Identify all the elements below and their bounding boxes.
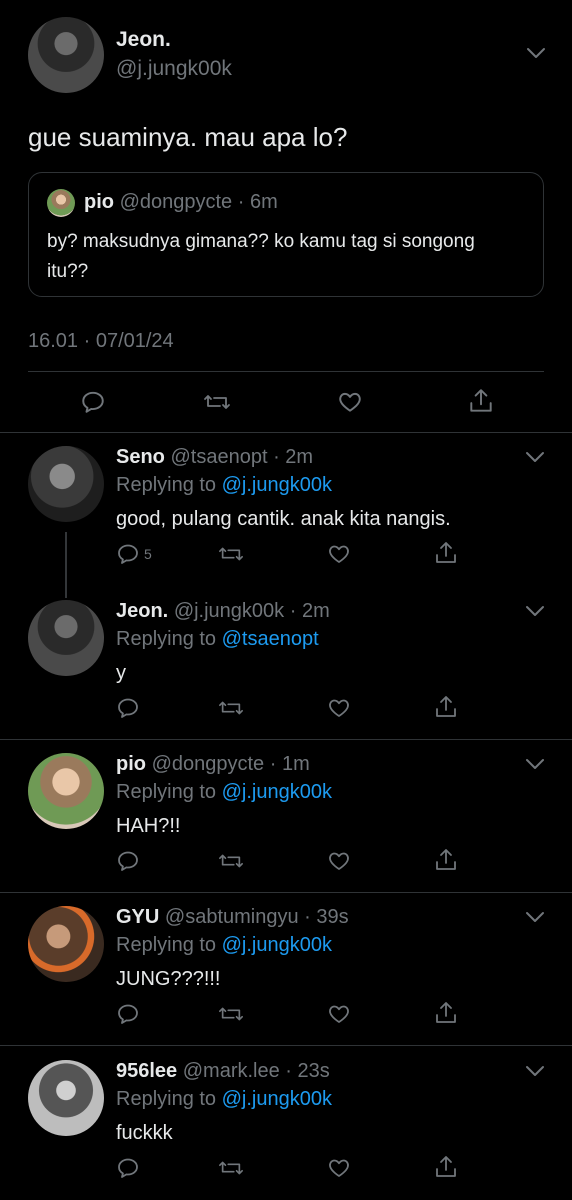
reply-icon[interactable] [116, 1156, 140, 1180]
handle[interactable]: @sabtumingyu [165, 906, 299, 928]
replying-to-link[interactable]: @j.jungk00k [222, 781, 332, 803]
reply-header: Jeon. @j.jungk00k · 2m [116, 600, 330, 623]
reply-header: Seno @tsaenopt · 2m [116, 446, 313, 469]
share-icon[interactable] [434, 694, 458, 720]
tweet-text: fuckkk [116, 1122, 173, 1144]
retweet-icon[interactable] [218, 849, 244, 873]
display-name[interactable]: 956lee [116, 1060, 177, 1082]
display-name[interactable]: Jeon. [116, 600, 168, 622]
reply-icon[interactable] [116, 849, 140, 873]
tweet-age: · 23s [285, 1060, 330, 1082]
like-icon[interactable] [327, 696, 351, 720]
action-bar [116, 849, 496, 879]
replying-to-link[interactable]: @j.jungk00k [222, 474, 332, 496]
share-icon[interactable] [468, 387, 494, 415]
share-icon[interactable] [434, 540, 458, 566]
replying-label: Replying to [116, 781, 217, 803]
reply-count: 5 [144, 546, 152, 562]
display-name[interactable]: GYU [116, 906, 159, 928]
replying-to: Replying to @j.jungk00k [116, 781, 332, 804]
replying-label: Replying to [116, 1088, 217, 1110]
avatar[interactable] [28, 906, 104, 982]
display-name[interactable]: pio [116, 753, 146, 775]
divider [0, 739, 572, 740]
tweet-text: HAH?!! [116, 815, 181, 837]
avatar[interactable] [28, 600, 104, 676]
tweet-text: JUNG???!!! [116, 968, 221, 990]
replying-label: Replying to [116, 474, 217, 496]
replying-to: Replying to @j.jungk00k [116, 934, 332, 957]
chevron-down-icon[interactable] [525, 450, 545, 464]
tweet-age: · 1m [269, 753, 310, 775]
reply-header: 956lee @mark.lee · 23s [116, 1060, 330, 1083]
quoted-handle: @dongpycte [119, 191, 233, 213]
display-name[interactable]: Jeon. [116, 28, 171, 52]
reply-icon[interactable] [80, 389, 106, 415]
avatar[interactable] [28, 446, 104, 522]
divider [0, 432, 572, 433]
action-bar [116, 1002, 496, 1032]
quoted-header: pio @dongpycte · 6m [84, 191, 278, 214]
tweet-age: · 2m [273, 446, 314, 468]
like-icon[interactable] [327, 1002, 351, 1026]
action-bar [116, 696, 496, 726]
tweet-text: gue suaminya. mau apa lo? [28, 122, 348, 152]
tweet-text: good, pulang cantik. anak kita nangis. [116, 508, 451, 530]
divider [0, 1045, 572, 1046]
replying-label: Replying to [116, 628, 217, 650]
handle[interactable]: @mark.lee [183, 1060, 280, 1082]
retweet-icon[interactable] [218, 542, 244, 566]
like-icon[interactable] [327, 1156, 351, 1180]
chevron-down-icon[interactable] [525, 1064, 545, 1078]
tweet-age: · 2m [289, 600, 330, 622]
chevron-down-icon[interactable] [525, 910, 545, 924]
reply-header: GYU @sabtumingyu · 39s [116, 906, 349, 929]
tweet-age: · 39s [304, 906, 349, 928]
replying-label: Replying to [116, 934, 217, 956]
quoted-tweet[interactable]: pio @dongpycte · 6m by? maksudnya gimana… [28, 172, 544, 297]
retweet-icon[interactable] [218, 1002, 244, 1026]
replying-to-link[interactable]: @j.jungk00k [222, 934, 332, 956]
quoted-text: by? maksudnya gimana?? ko kamu tag si so… [47, 231, 475, 282]
quoted-display-name: pio [84, 191, 114, 213]
retweet-icon[interactable] [218, 1156, 244, 1180]
retweet-icon[interactable] [218, 696, 244, 720]
reply-header: pio @dongpycte · 1m [116, 753, 310, 776]
quoted-avatar [47, 189, 75, 217]
tweet-text: y [116, 662, 126, 684]
avatar[interactable] [28, 1060, 104, 1136]
replying-to: Replying to @j.jungk00k [116, 474, 332, 497]
share-icon[interactable] [434, 1154, 458, 1180]
replying-to-link[interactable]: @tsaenopt [222, 628, 319, 650]
quoted-age: · 6m [237, 191, 278, 213]
avatar[interactable] [28, 753, 104, 829]
chevron-down-icon[interactable] [525, 604, 545, 618]
chevron-down-icon[interactable] [526, 46, 546, 60]
retweet-icon[interactable] [203, 389, 231, 415]
reply-icon[interactable] [116, 1002, 140, 1026]
handle[interactable]: @j.jungk00k [174, 600, 284, 622]
tweet-timestamp: 16.01 · 07/01/24 [28, 330, 174, 352]
reply-icon[interactable] [116, 542, 140, 566]
chevron-down-icon[interactable] [525, 757, 545, 771]
avatar[interactable] [28, 17, 104, 93]
share-icon[interactable] [434, 1000, 458, 1026]
replying-to-link[interactable]: @j.jungk00k [222, 1088, 332, 1110]
divider [28, 371, 544, 372]
divider [0, 892, 572, 893]
like-icon[interactable] [337, 389, 363, 415]
handle[interactable]: @j.jungk00k [116, 57, 232, 81]
like-icon[interactable] [327, 542, 351, 566]
handle[interactable]: @tsaenopt [170, 446, 267, 468]
thread-line [65, 532, 67, 598]
reply-icon[interactable] [116, 696, 140, 720]
like-icon[interactable] [327, 849, 351, 873]
replying-to: Replying to @tsaenopt [116, 628, 319, 651]
action-bar: 5 [116, 542, 496, 572]
display-name[interactable]: Seno [116, 446, 165, 468]
share-icon[interactable] [434, 847, 458, 873]
action-bar [116, 1156, 496, 1186]
replying-to: Replying to @j.jungk00k [116, 1088, 332, 1111]
handle[interactable]: @dongpycte [152, 753, 265, 775]
